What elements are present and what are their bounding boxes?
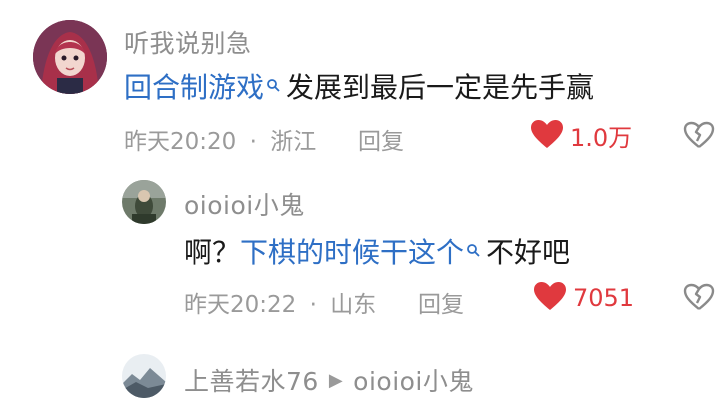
heart-icon (530, 119, 564, 153)
broken-heart-icon[interactable] (683, 121, 715, 153)
comment-text-rest: 不好吧 (486, 236, 571, 269)
comment-username[interactable]: oioioi小鬼 (184, 186, 305, 222)
reply-author[interactable]: 上善若水76 (184, 362, 319, 398)
search-link[interactable]: 回合制游戏 (124, 71, 264, 104)
avatar[interactable] (122, 354, 166, 398)
search-link[interactable]: 下棋的时候干这个 (240, 236, 464, 269)
broken-heart-icon[interactable] (683, 283, 715, 315)
comment-location: 山东 (330, 292, 377, 318)
like-button[interactable]: 1.0万 (530, 118, 632, 153)
comment-location: 浙江 (270, 129, 317, 155)
comment-text: 回合制游戏 发展到最后一定是先手赢 (124, 66, 594, 106)
search-icon (466, 233, 482, 257)
comment-text-rest: 发展到最后一定是先手赢 (286, 71, 595, 104)
comment-meta: 昨天20:20 · 浙江 (124, 122, 316, 156)
reply-target[interactable]: oioioi小鬼 (353, 362, 474, 398)
comment-username[interactable]: 上善若水76 ▶ oioioi小鬼 (184, 362, 474, 398)
like-button[interactable]: 7051 (533, 281, 634, 315)
comment-meta: 昨天20:22 · 山东 (184, 285, 376, 319)
comment-text: 啊？下棋的时候干这个 不好吧 (184, 231, 570, 271)
heart-icon (533, 281, 567, 315)
reply-button[interactable]: 回复 (358, 122, 404, 156)
search-icon (266, 68, 282, 92)
meta-separator: · (249, 129, 257, 155)
like-count: 1.0万 (570, 124, 633, 152)
avatar[interactable] (33, 20, 107, 94)
comment-username[interactable]: 听我说别急 (124, 24, 252, 60)
reply-button[interactable]: 回复 (418, 285, 464, 319)
comment-date: 昨天20:20 (124, 129, 237, 155)
triangle-right-icon: ▶ (328, 369, 344, 391)
avatar[interactable] (122, 180, 166, 224)
comment-date: 昨天20:22 (184, 292, 297, 318)
meta-separator: · (309, 292, 317, 318)
comment-text-prefix: 啊？ (184, 236, 241, 269)
like-count: 7051 (573, 284, 635, 312)
